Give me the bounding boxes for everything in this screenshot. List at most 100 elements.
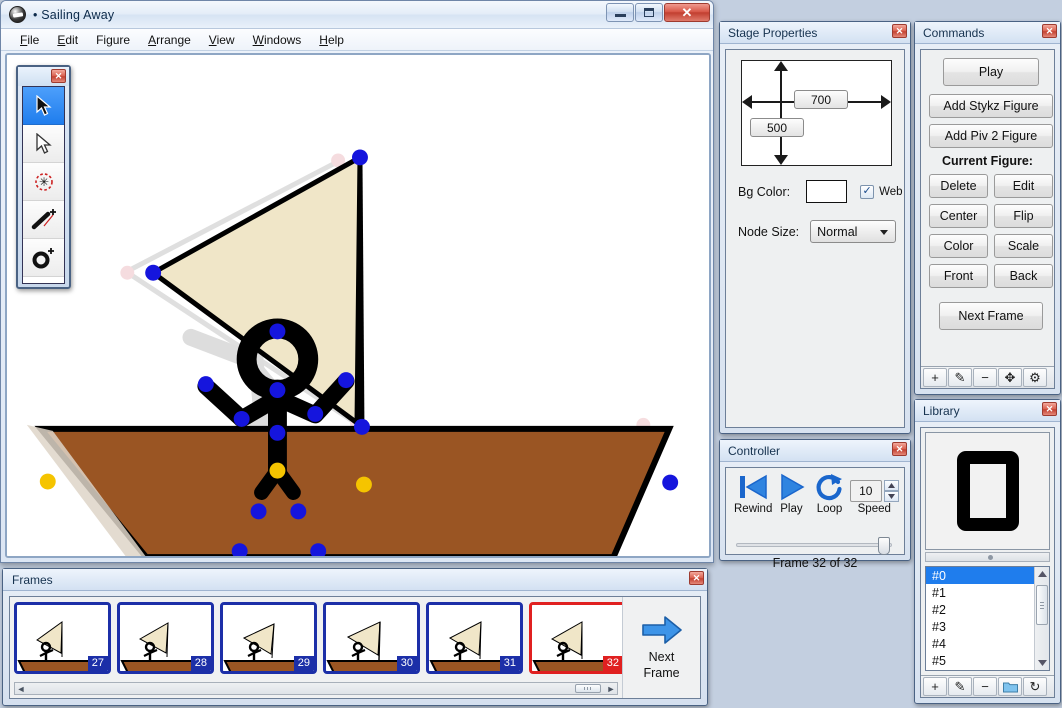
current-figure-label: Current Figure: bbox=[942, 154, 1033, 168]
arrow-up-icon bbox=[774, 61, 788, 71]
play-command-button[interactable]: Play bbox=[943, 58, 1039, 86]
list-item[interactable]: #1 bbox=[926, 584, 1049, 601]
close-button[interactable]: ✕ bbox=[664, 3, 710, 22]
figure-select-tool[interactable]: ✳ bbox=[23, 163, 64, 201]
list-item[interactable]: #2 bbox=[926, 601, 1049, 618]
rewind-icon bbox=[740, 474, 767, 500]
menu-file[interactable]: File bbox=[11, 33, 48, 47]
frames-hscrollbar[interactable]: ◄ ► bbox=[14, 682, 618, 695]
table-row[interactable]: 31 bbox=[426, 602, 523, 674]
flip-button[interactable]: Flip bbox=[994, 204, 1053, 228]
refresh-icon[interactable]: ↻ bbox=[1023, 677, 1047, 696]
tool-palette-titlebar: ✕ bbox=[18, 67, 69, 86]
scroll-left-icon[interactable]: ◄ bbox=[15, 683, 27, 694]
move-icon[interactable]: ✥ bbox=[998, 368, 1022, 387]
library-titlebar: Library ✕ bbox=[915, 400, 1060, 422]
frame-slider[interactable] bbox=[736, 537, 892, 555]
menu-help[interactable]: Help bbox=[310, 33, 353, 47]
color-button[interactable]: Color bbox=[929, 234, 988, 258]
menu-edit[interactable]: Edit bbox=[48, 33, 87, 47]
delete-button[interactable]: Delete bbox=[929, 174, 988, 198]
frames-strip[interactable]: 27 28 29 30 31 32 ◄ ► bbox=[10, 597, 622, 698]
speed-down-button[interactable] bbox=[883, 491, 899, 502]
tool-palette-close-button[interactable]: ✕ bbox=[51, 69, 66, 83]
library-preview-shape bbox=[956, 451, 1019, 531]
add-segment-tool[interactable] bbox=[23, 201, 64, 239]
table-row[interactable]: 28 bbox=[117, 602, 214, 674]
library-item-list[interactable]: #0 #1 #2 #3 #4 #5 #6 bbox=[925, 566, 1050, 671]
stage-drawing[interactable] bbox=[7, 55, 709, 557]
node-size-select[interactable]: Normal bbox=[810, 220, 897, 243]
window-title: • Sailing Away bbox=[33, 7, 115, 22]
front-button[interactable]: Front bbox=[929, 264, 988, 288]
list-item[interactable]: #3 bbox=[926, 618, 1049, 635]
remove-icon[interactable]: − bbox=[973, 677, 997, 696]
pencil-icon[interactable]: ✎ bbox=[948, 368, 972, 387]
remove-icon[interactable]: − bbox=[973, 368, 997, 387]
menu-arrange[interactable]: Arrange bbox=[139, 33, 200, 47]
folder-glyph bbox=[1002, 682, 1018, 692]
commands-titlebar: Commands ✕ bbox=[915, 22, 1060, 44]
table-row[interactable]: 27 bbox=[14, 602, 111, 674]
add-stykz-figure-button[interactable]: Add Stykz Figure bbox=[929, 94, 1053, 118]
play-button[interactable]: Play bbox=[772, 472, 810, 515]
list-item[interactable]: #5 bbox=[926, 652, 1049, 669]
table-row[interactable]: 29 bbox=[220, 602, 317, 674]
scroll-down-icon[interactable] bbox=[1035, 656, 1049, 670]
menu-windows[interactable]: Windows bbox=[244, 33, 311, 47]
transport-controls: Rewind Play Loop 10 Speed bbox=[734, 472, 900, 515]
speed-up-button[interactable] bbox=[883, 480, 899, 491]
speed-control: 10 Speed bbox=[849, 480, 900, 515]
select-arrow-tool[interactable] bbox=[23, 87, 64, 125]
frame-slider-thumb[interactable] bbox=[878, 537, 890, 555]
controller-close-button[interactable]: ✕ bbox=[892, 442, 907, 456]
cursor-arrow-icon bbox=[35, 94, 52, 116]
list-item[interactable]: #6 bbox=[926, 669, 1049, 670]
folder-icon[interactable] bbox=[998, 677, 1022, 696]
pencil-icon[interactable]: ✎ bbox=[948, 677, 972, 696]
back-button[interactable]: Back bbox=[994, 264, 1053, 288]
rewind-button[interactable]: Rewind bbox=[734, 472, 772, 515]
scroll-up-icon[interactable] bbox=[1035, 567, 1049, 581]
library-close-button[interactable]: ✕ bbox=[1042, 402, 1057, 416]
loop-button[interactable]: Loop bbox=[810, 472, 848, 515]
menu-view[interactable]: View bbox=[200, 33, 244, 47]
library-vscrollbar[interactable] bbox=[1034, 567, 1049, 670]
stage-width-field[interactable]: 700 bbox=[794, 90, 848, 109]
stage-canvas-area[interactable] bbox=[5, 53, 711, 558]
add-node-tool[interactable] bbox=[23, 239, 64, 277]
bg-color-swatch[interactable] bbox=[806, 180, 848, 203]
add-icon[interactable]: + bbox=[923, 368, 947, 387]
list-item[interactable]: #0 bbox=[926, 567, 1049, 584]
arrow-right-icon bbox=[881, 95, 891, 109]
speed-input[interactable]: 10 bbox=[849, 480, 882, 502]
stage-height-field[interactable]: 500 bbox=[750, 118, 804, 137]
menu-figure[interactable]: Figure bbox=[87, 33, 139, 47]
library-preview[interactable] bbox=[925, 432, 1050, 550]
title-bar: • Sailing Away ✕ bbox=[1, 1, 713, 29]
table-row[interactable]: 30 bbox=[323, 602, 420, 674]
web-color-checkbox[interactable]: ✓ bbox=[860, 184, 875, 199]
add-icon[interactable]: + bbox=[923, 677, 947, 696]
scale-button[interactable]: Scale bbox=[994, 234, 1053, 258]
stage-properties-close-button[interactable]: ✕ bbox=[892, 24, 907, 38]
library-preview-hscrollbar[interactable] bbox=[925, 552, 1050, 562]
controller-body: Rewind Play Loop 10 Speed Frame 32 of 32 bbox=[725, 467, 905, 570]
scroll-right-icon[interactable]: ► bbox=[605, 683, 617, 694]
node-arrow-tool[interactable] bbox=[23, 125, 64, 163]
frames-close-button[interactable]: ✕ bbox=[689, 571, 704, 585]
next-frame-command-button[interactable]: Next Frame bbox=[939, 302, 1043, 330]
edit-button[interactable]: Edit bbox=[994, 174, 1053, 198]
maximize-button[interactable] bbox=[635, 3, 663, 22]
list-item[interactable]: #4 bbox=[926, 635, 1049, 652]
table-row[interactable]: 32 bbox=[529, 602, 622, 674]
center-button[interactable]: Center bbox=[929, 204, 988, 228]
stage-properties-title: Stage Properties bbox=[728, 25, 818, 40]
add-piv2-figure-button[interactable]: Add Piv 2 Figure bbox=[929, 124, 1053, 148]
next-frame-button[interactable]: Next Frame bbox=[622, 597, 700, 698]
minimize-button[interactable] bbox=[606, 3, 634, 22]
commands-close-button[interactable]: ✕ bbox=[1042, 24, 1057, 38]
gear-icon[interactable]: ⚙ bbox=[1023, 368, 1047, 387]
frames-hscroll-thumb[interactable] bbox=[575, 684, 601, 693]
library-vscroll-thumb[interactable] bbox=[1036, 585, 1048, 625]
